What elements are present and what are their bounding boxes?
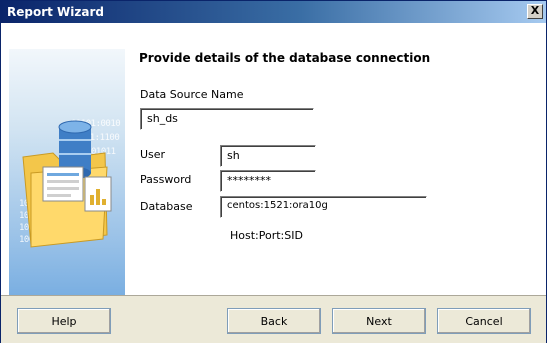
datasource-label: Data Source Name	[140, 88, 244, 101]
database-format-hint: Host:Port:SID	[230, 229, 303, 242]
close-button[interactable]: X	[527, 4, 543, 19]
next-button[interactable]: Next	[332, 308, 426, 334]
close-icon: X	[530, 4, 540, 17]
user-label: User	[140, 148, 166, 161]
cancel-button[interactable]: Cancel	[437, 308, 531, 334]
database-folder-illustration	[22, 120, 112, 248]
help-button[interactable]: Help	[17, 308, 111, 334]
title-bar[interactable]: Report Wizard X	[1, 1, 546, 23]
page-heading: Provide details of the database connecti…	[139, 51, 431, 65]
wizard-side-image: 01101:0010 1101:1100 01011 10101:0010 10…	[9, 49, 125, 315]
user-input[interactable]: sh	[220, 145, 316, 167]
back-button[interactable]: Back	[227, 308, 321, 334]
password-label: Password	[140, 173, 192, 186]
database-label: Database	[140, 200, 193, 213]
datasource-input[interactable]: sh_ds	[140, 108, 314, 130]
report-wizard-window: Report Wizard X 01101:0010 1101:1100 010…	[0, 0, 547, 343]
database-input[interactable]: centos:1521:ora10g	[220, 196, 427, 218]
button-bar: Help Back Next Cancel	[1, 295, 546, 343]
window-title: Report Wizard	[7, 5, 104, 19]
password-input[interactable]: ********	[220, 170, 316, 192]
